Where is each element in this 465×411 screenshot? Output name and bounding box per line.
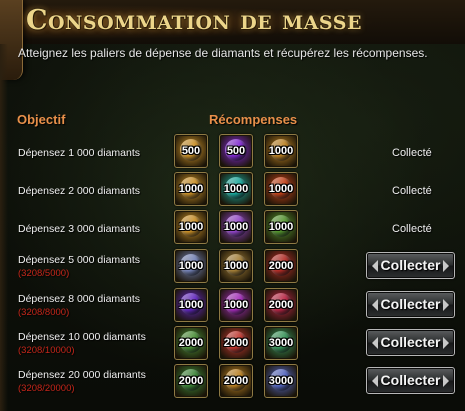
tier-progress: (3208/10000) (18, 345, 75, 356)
reward-quantity: 2000 (178, 375, 204, 387)
reward-quantity: 3000 (268, 337, 294, 349)
tier-row: Dépensez 20 000 diamants (3208/20000) 2000… (0, 362, 465, 400)
tier-objective-label: Dépensez 8 000 diamants (18, 293, 140, 305)
reward-quantity: 2000 (178, 337, 204, 349)
reward-item[interactable]: 1000 (219, 288, 253, 322)
tier-objective: Dépensez 2 000 diamants (18, 185, 140, 198)
collect-button-label: Collecter (380, 334, 441, 350)
reward-item[interactable]: 500 (219, 134, 253, 168)
tier-row: Dépensez 2 000 diamants 1000 1000 1000 Colle… (0, 170, 465, 208)
reward-quantity: 1000 (223, 299, 249, 311)
reward-item[interactable]: 1000 (264, 134, 298, 168)
tier-row: Dépensez 10 000 diamants (3208/10000) 2000… (0, 324, 465, 362)
rewards-column-header: Récompenses (209, 112, 298, 127)
reward-item[interactable]: 2000 (264, 288, 298, 322)
reward-item[interactable]: 1000 (219, 172, 253, 206)
tier-objective-label: Dépensez 1 000 diamants (18, 147, 140, 159)
reward-quantity: 500 (181, 145, 201, 157)
reward-quantity: 1000 (223, 221, 249, 233)
objective-column-header: Objectif (17, 112, 66, 127)
tier-row: Dépensez 8 000 diamants (3208/8000) 1000 10… (0, 286, 465, 324)
right-arrow-icon (443, 260, 449, 272)
collect-button[interactable]: Collecter (366, 252, 455, 279)
reward-quantity: 1000 (223, 260, 249, 272)
reward-quantity: 3000 (268, 375, 294, 387)
reward-item[interactable]: 1000 (174, 210, 208, 244)
reward-quantity: 500 (226, 145, 246, 157)
tier-row: Dépensez 5 000 diamants (3208/5000) 1000 10… (0, 247, 465, 285)
reward-quantity: 2000 (268, 260, 294, 272)
reward-item[interactable]: 1000 (174, 288, 208, 322)
reward-item[interactable]: 2000 (219, 326, 253, 360)
tier-objective: Dépensez 3 000 diamants (18, 223, 140, 236)
reward-item[interactable]: 1000 (264, 172, 298, 206)
reward-quantity: 1000 (268, 221, 294, 233)
reward-quantity: 1000 (268, 145, 294, 157)
collected-status: Collecté (392, 223, 432, 235)
reward-quantity: 1000 (178, 299, 204, 311)
tier-objective-label: Dépensez 3 000 diamants (18, 223, 140, 235)
reward-item[interactable]: 2000 (174, 326, 208, 360)
reward-quantity: 1000 (178, 260, 204, 272)
right-arrow-icon (443, 375, 449, 387)
collect-button-label: Collecter (380, 296, 441, 312)
right-arrow-icon (443, 299, 449, 311)
reward-quantity: 1000 (268, 183, 294, 195)
tier-objective: Dépensez 10 000 diamants (3208/10000) (18, 331, 146, 357)
tier-objective: Dépensez 1 000 diamants (18, 147, 140, 160)
collect-button[interactable]: Collecter (366, 329, 455, 356)
tier-objective: Dépensez 5 000 diamants (3208/5000) (18, 254, 140, 280)
reward-item[interactable]: 500 (174, 134, 208, 168)
collect-button-label: Collecter (380, 372, 441, 388)
tier-objective-label: Dépensez 2 000 diamants (18, 185, 140, 197)
reward-quantity: 2000 (223, 337, 249, 349)
reward-item[interactable]: 1000 (174, 172, 208, 206)
reward-item[interactable]: 1000 (264, 210, 298, 244)
tier-objective-label: Dépensez 10 000 diamants (18, 331, 146, 343)
reward-item[interactable]: 3000 (264, 326, 298, 360)
right-arrow-icon (443, 337, 449, 349)
tier-row: Dépensez 1 000 diamants 500 500 1000 Collect… (0, 132, 465, 170)
collected-status: Collecté (392, 147, 432, 159)
page-title: Consommation de masse (26, 5, 362, 36)
reward-item[interactable]: 3000 (264, 364, 298, 398)
collect-button-label: Collecter (380, 257, 441, 273)
reward-item[interactable]: 1000 (219, 249, 253, 283)
reward-quantity: 1000 (178, 221, 204, 233)
spending-event-panel: Consommation de masse Atteignez les pali… (0, 0, 465, 411)
tier-row: Dépensez 3 000 diamants 1000 1000 1000 Colle… (0, 208, 465, 246)
reward-quantity: 1000 (223, 183, 249, 195)
reward-quantity: 2000 (268, 299, 294, 311)
reward-quantity: 2000 (223, 375, 249, 387)
reward-item[interactable]: 1000 (174, 249, 208, 283)
reward-item[interactable]: 2000 (219, 364, 253, 398)
tier-objective-label: Dépensez 5 000 diamants (18, 254, 140, 266)
reward-quantity: 1000 (178, 183, 204, 195)
tier-objective: Dépensez 8 000 diamants (3208/8000) (18, 293, 140, 319)
collect-button[interactable]: Collecter (366, 367, 455, 394)
reward-item[interactable]: 2000 (264, 249, 298, 283)
tier-progress: (3208/20000) (18, 383, 75, 394)
reward-item[interactable]: 2000 (174, 364, 208, 398)
collected-status: Collecté (392, 185, 432, 197)
reward-item[interactable]: 1000 (219, 210, 253, 244)
collect-button[interactable]: Collecter (366, 291, 455, 318)
tier-objective: Dépensez 20 000 diamants (3208/20000) (18, 369, 146, 395)
tier-progress: (3208/8000) (18, 307, 70, 318)
tier-progress: (3208/5000) (18, 268, 70, 279)
page-subtitle: Atteignez les paliers de dépense de diam… (18, 46, 428, 60)
tier-objective-label: Dépensez 20 000 diamants (18, 369, 146, 381)
